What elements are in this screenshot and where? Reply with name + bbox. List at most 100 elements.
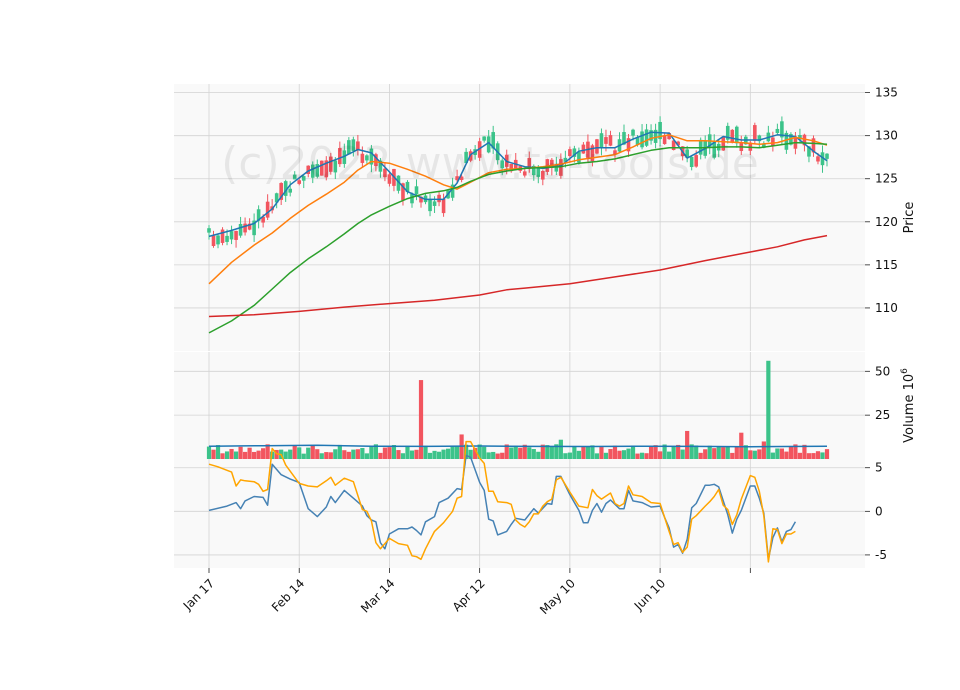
volume-bar (301, 453, 306, 459)
panel-oscillator: -5 0 5 (174, 440, 887, 568)
volume-bar (531, 449, 536, 459)
y-tick-label: 120 (875, 215, 898, 229)
volume-bar (450, 446, 455, 459)
volume-bar (215, 445, 221, 459)
candle-body (428, 199, 432, 212)
volume-bar (788, 446, 794, 459)
volume-bar (716, 446, 721, 459)
volume-bar (748, 450, 753, 459)
volume-bar (391, 445, 397, 459)
volume-bar (612, 445, 618, 459)
volume-bar (766, 360, 771, 459)
volume-bar (427, 452, 433, 459)
volume-bar (712, 448, 717, 459)
volume-bar (288, 449, 293, 459)
volume-bar (292, 445, 297, 459)
panel-volume: 25 50 Volume 106 (174, 352, 917, 459)
x-tick-label: Feb 14 (269, 576, 307, 614)
y-tick-label: 25 (875, 408, 890, 422)
volume-bar (558, 439, 563, 459)
volume-bar (315, 449, 320, 459)
volume-bar (797, 452, 803, 459)
volume-bar (378, 452, 383, 459)
candle-body (211, 235, 216, 247)
panel-background (174, 352, 865, 459)
volume-bar (594, 453, 600, 459)
y-tick-label: 50 (875, 364, 890, 378)
volume-bar (369, 446, 374, 459)
candle-body (229, 231, 234, 240)
volume-bar (757, 449, 762, 459)
volume-bar (400, 453, 406, 459)
volume-bar (387, 447, 392, 459)
candle-body (437, 194, 441, 203)
volume-bar (206, 446, 212, 459)
volume-bar (549, 446, 554, 459)
volume-bar (224, 451, 230, 459)
volume-bar (242, 451, 248, 459)
volume-bar (423, 445, 428, 459)
volume-bar (630, 445, 636, 459)
volume-bar (730, 452, 735, 459)
volume-bar (252, 451, 257, 459)
volume-bar (590, 445, 595, 459)
volume-bar (518, 447, 523, 459)
y-tick-label: 115 (875, 258, 898, 272)
panel-background (174, 84, 865, 351)
candle-body (220, 229, 225, 243)
candle-body (441, 198, 446, 214)
x-tick-label: Jan 17 (180, 576, 217, 613)
volume-bar (635, 453, 640, 459)
volume-bar (256, 450, 261, 459)
x-tick-label: May 10 (537, 576, 578, 617)
candle-body (825, 153, 829, 159)
volume-bar (229, 448, 234, 459)
volume-bar (608, 449, 613, 459)
candle-body (410, 193, 414, 204)
volume-bar (779, 448, 784, 459)
y-tick-label: 5 (875, 461, 883, 475)
candle-body (816, 156, 820, 162)
volume-bar (346, 451, 351, 459)
candle-body (238, 223, 243, 236)
volume-bar (211, 449, 216, 459)
volume-bar (247, 447, 252, 459)
volume-bar (360, 448, 365, 459)
volume-bar (233, 451, 239, 459)
volume-bar (603, 452, 609, 459)
y-tick-label: 125 (875, 172, 898, 186)
volume-bar (364, 453, 369, 459)
volume-bar (824, 449, 830, 459)
volume-bar (342, 450, 347, 459)
volume-bar (581, 447, 586, 459)
volume-bar (770, 452, 775, 459)
volume-bar (820, 452, 825, 459)
volume-bar (815, 451, 821, 459)
volume-bar (432, 450, 437, 459)
volume-bar (775, 448, 780, 459)
candle-body (234, 230, 238, 240)
candle-body (631, 129, 635, 136)
volume-bar (261, 448, 266, 459)
volume-bar (653, 445, 658, 459)
volume-bar (680, 449, 685, 459)
volume-bar (337, 444, 342, 459)
volume-bar (626, 448, 631, 459)
volume-axis-title: Volume 106 (900, 368, 917, 443)
y-tick-label: 110 (875, 301, 898, 315)
x-tick-label: Apr 12 (450, 576, 488, 614)
volume-bar (657, 451, 663, 459)
volume-bar (324, 452, 329, 459)
volume-bar (238, 446, 243, 459)
x-tick-label: Jun 10 (631, 576, 668, 613)
candle-body (288, 188, 292, 193)
volume-bar (752, 450, 757, 459)
volume-bar (639, 452, 645, 459)
panel-price: 110 115 120 125 130 135 Price (174, 84, 917, 351)
volume-bar (806, 453, 812, 459)
volume-bar (576, 450, 581, 459)
y-tick-label: 130 (875, 129, 898, 143)
volume-bar (283, 451, 288, 459)
candle-body (775, 128, 780, 134)
x-axis: Jan 17 Feb 14 Mar 14 Apr 12 May 10 Jun 10 (180, 568, 751, 617)
